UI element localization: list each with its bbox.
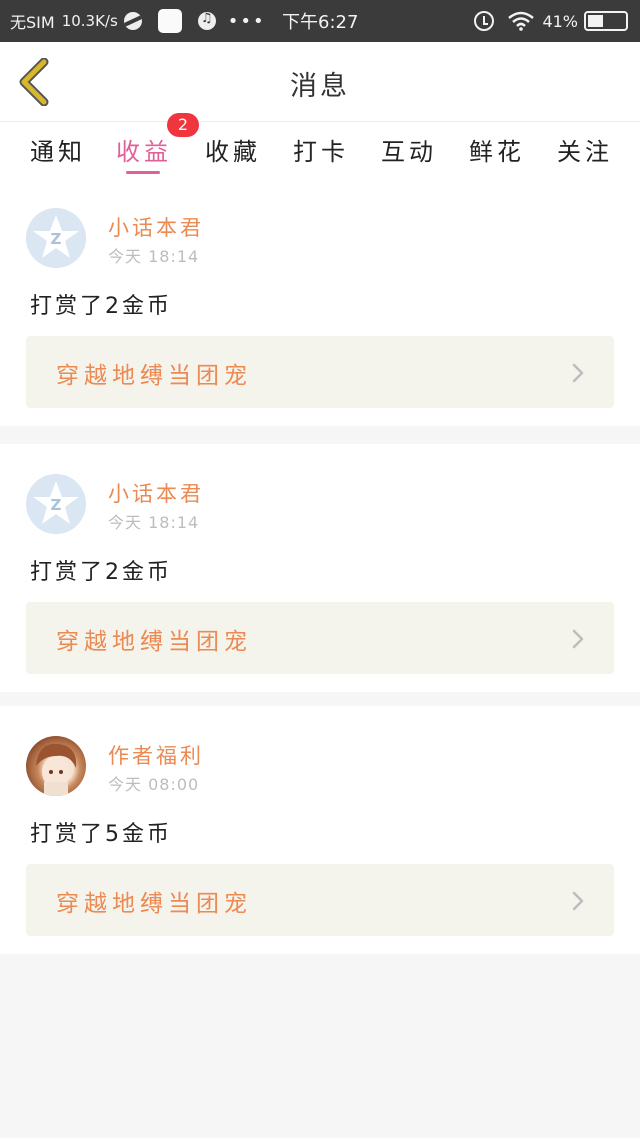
tab-flowers[interactable]: 鲜花 [469, 132, 525, 167]
app-notification-icon [123, 12, 142, 30]
tab-checkin[interactable]: 打卡 [293, 132, 349, 167]
music-icon [197, 11, 216, 30]
book-link[interactable]: 穿越地缚当团宠 [26, 336, 614, 408]
book-title: 穿越地缚当团宠 [56, 629, 252, 655]
battery-percent: 41% [542, 11, 578, 31]
unread-badge: 2 [167, 113, 199, 137]
svg-text:Z: Z [51, 496, 62, 514]
message-text: 打赏了2金币 [30, 560, 172, 585]
carrier-label: 无SIM [10, 13, 55, 32]
page-title: 消息 [290, 71, 350, 102]
star-avatar-icon: Z [26, 474, 86, 534]
active-tab-indicator [126, 171, 160, 174]
chevron-right-icon [572, 891, 584, 911]
tab-bar: 通知 收益 收藏 打卡 互动 鲜花 关注 [0, 122, 640, 178]
message-text: 打赏了2金币 [30, 294, 172, 319]
username[interactable]: 作者福利 [108, 740, 204, 770]
battery-level [588, 15, 603, 27]
anime-avatar-icon [36, 743, 77, 796]
message-text: 打赏了5金币 [30, 822, 172, 847]
more-notifications-icon: ••• [227, 10, 266, 32]
chevron-right-icon [572, 629, 584, 649]
clock: 下午6:27 [282, 12, 359, 33]
message-card: Z 小话本君 今天 18:14 打赏了2金币 穿越地缚当团宠 [0, 178, 640, 426]
app-square-icon [157, 9, 182, 33]
status-bar: 无SIM 10.3K/s ••• 下午6:27 41% [0, 0, 640, 42]
username[interactable]: 小话本君 [108, 212, 204, 242]
battery-icon [584, 11, 628, 31]
timestamp: 今天 18:14 [108, 247, 200, 266]
tab-favorites[interactable]: 收藏 [205, 132, 261, 167]
book-link[interactable]: 穿越地缚当团宠 [26, 864, 614, 936]
username[interactable]: 小话本君 [108, 478, 204, 508]
avatar[interactable]: Z [26, 474, 86, 534]
tab-following[interactable]: 关注 [557, 132, 613, 167]
chevron-right-icon [572, 363, 584, 383]
app-header: 消息 [0, 42, 640, 122]
tab-interactions[interactable]: 互动 [381, 132, 437, 167]
wifi-icon [508, 11, 535, 31]
book-title: 穿越地缚当团宠 [56, 891, 252, 917]
book-link[interactable]: 穿越地缚当团宠 [26, 602, 614, 674]
message-card: Z 小话本君 今天 18:14 打赏了2金币 穿越地缚当团宠 [0, 444, 640, 692]
star-avatar-icon: Z [26, 208, 86, 268]
book-title: 穿越地缚当团宠 [56, 363, 252, 389]
tab-earnings[interactable]: 收益 [116, 132, 172, 167]
avatar[interactable]: Z [26, 208, 86, 268]
message-card: 作者福利 今天 08:00 打赏了5金币 穿越地缚当团宠 [0, 706, 640, 954]
avatar[interactable] [26, 736, 86, 796]
tab-notifications[interactable]: 通知 [30, 132, 86, 167]
alarm-icon [474, 11, 495, 31]
timestamp: 今天 08:00 [108, 775, 200, 794]
network-speed: 10.3K/s [61, 12, 118, 30]
timestamp: 今天 18:14 [108, 513, 200, 532]
svg-text:Z: Z [51, 230, 62, 248]
